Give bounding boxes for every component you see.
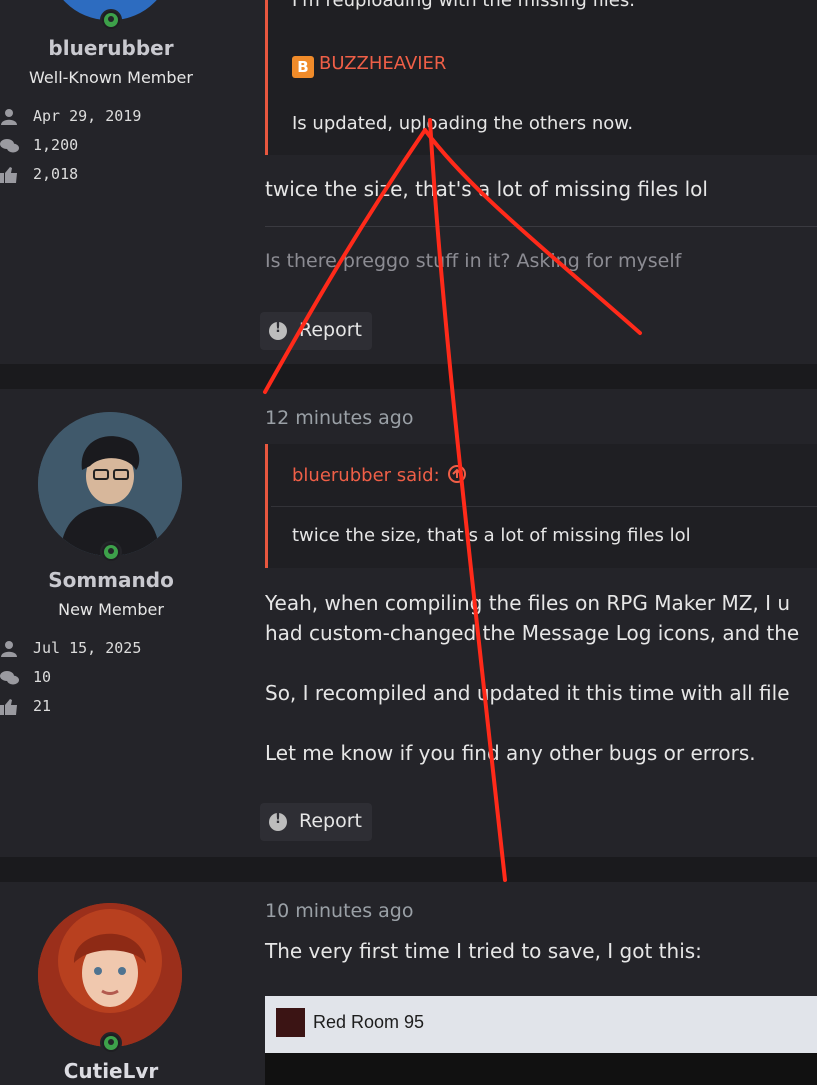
quote-text: twice the size, that's a lot of missing … — [292, 525, 691, 546]
alert-icon — [269, 321, 287, 340]
post-body-line: twice the size, that's a lot of missing … — [265, 177, 708, 201]
user-sidebar: bluerubber Well-Known Member Apr 29, 201… — [0, 0, 222, 364]
messages-icon — [0, 671, 19, 685]
user-sidebar: Sommando New Member Jul 15, 2025 10 21 — [0, 389, 222, 857]
post-body-line: had custom-changed the Message Log icons… — [265, 621, 800, 645]
app-icon — [276, 1008, 305, 1037]
joined-date: Jul 15, 2025 — [33, 639, 142, 657]
quote-separator — [271, 506, 817, 507]
user-title: Well-Known Member — [29, 68, 193, 87]
post-body-line: The very first time I tried to save, I g… — [265, 939, 702, 963]
post-body-line: Let me know if you find any other bugs o… — [265, 741, 756, 765]
reaction-count: 21 — [33, 697, 52, 715]
quote-block: bluerubber said: twice the size, that's … — [265, 444, 817, 568]
stat-joined: Apr 29, 2019 — [0, 107, 200, 127]
alert-icon — [269, 812, 287, 831]
quote-author-label[interactable]: bluerubber said: — [292, 465, 440, 486]
window-title: Red Room 95 — [313, 1012, 425, 1032]
online-indicator — [100, 1032, 122, 1054]
messages-icon — [0, 139, 19, 153]
signature-text: Is there preggo stuff in it? Asking for … — [265, 250, 682, 272]
buzzheavier-link[interactable]: B BUZZHEAVIER — [292, 53, 446, 78]
embedded-screenshot[interactable]: Red Room 95 — [265, 996, 817, 1085]
window-titlebar: Red Room 95 — [265, 996, 817, 1053]
divider — [265, 226, 817, 227]
quote-author[interactable]: bluerubber said: — [292, 464, 467, 486]
message-count: 1,200 — [33, 136, 79, 154]
user-icon — [1, 109, 17, 125]
post-sommando: Sommando New Member Jul 15, 2025 10 21 1… — [0, 389, 817, 857]
stat-messages: 10 — [0, 668, 200, 688]
online-indicator — [100, 9, 122, 31]
online-indicator — [100, 541, 122, 563]
joined-date: Apr 29, 2019 — [33, 107, 142, 125]
stat-joined: Jul 15, 2025 — [0, 639, 200, 659]
message-count: 10 — [33, 668, 52, 686]
thumbs-up-icon — [0, 167, 17, 183]
thumbs-up-icon — [0, 699, 17, 715]
user-title: New Member — [58, 600, 164, 619]
username[interactable]: bluerubber — [0, 36, 222, 60]
reaction-count: 2,018 — [33, 165, 79, 183]
buzzheavier-icon: B — [292, 56, 314, 78]
stat-reactions: 2,018 — [0, 165, 200, 185]
report-button[interactable]: Report — [260, 312, 372, 350]
post-cutielvr: CutieLvr 10 minutes ago The very first t… — [0, 882, 817, 1085]
stat-reactions: 21 — [0, 697, 200, 717]
quote-up-icon[interactable] — [447, 464, 467, 484]
post-body-line: Yeah, when compiling the files on RPG Ma… — [265, 591, 791, 615]
quote-block: I'm reuploading with the missing files. … — [265, 0, 817, 155]
post-timestamp[interactable]: 10 minutes ago — [265, 900, 414, 922]
username[interactable]: CutieLvr — [0, 1059, 222, 1083]
report-label: Report — [299, 319, 362, 341]
quote-line: Is updated, uploading the others now. — [292, 113, 634, 134]
user-sidebar: CutieLvr — [0, 882, 222, 1085]
link-text[interactable]: BUZZHEAVIER — [319, 53, 446, 74]
post-bluerubber: bluerubber Well-Known Member Apr 29, 201… — [0, 0, 817, 364]
quote-line: I'm reuploading with the missing files. — [292, 0, 635, 11]
post-timestamp[interactable]: 12 minutes ago — [265, 407, 414, 429]
username[interactable]: Sommando — [0, 568, 222, 592]
post-body-line: So, I recompiled and updated it this tim… — [265, 681, 790, 705]
report-button[interactable]: Report — [260, 803, 372, 841]
user-icon — [1, 641, 17, 657]
stat-messages: 1,200 — [0, 136, 200, 156]
report-label: Report — [299, 810, 362, 832]
avatar[interactable] — [38, 412, 182, 556]
avatar[interactable] — [38, 903, 182, 1047]
